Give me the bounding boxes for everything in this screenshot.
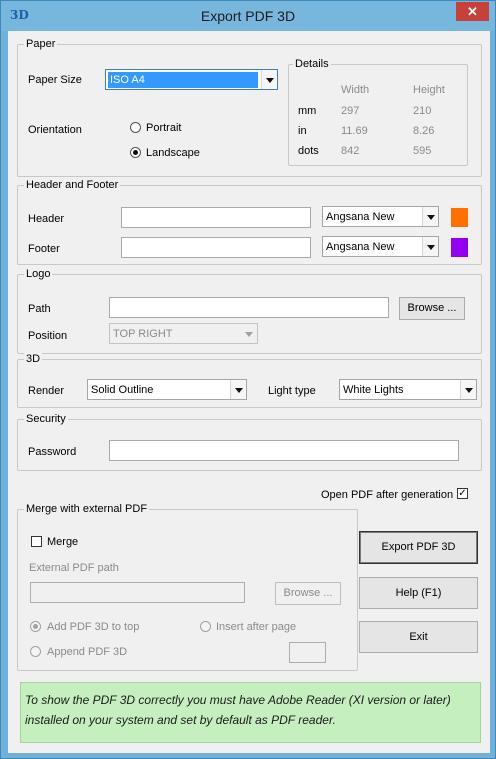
password-input[interactable] [109,440,459,461]
security-group-label: Security [24,413,68,426]
logo-position-value: TOP RIGHT [113,328,173,340]
details-height-mm: 210 [413,105,432,117]
details-unit-dots: dots [298,145,319,157]
merge-group-label: Merge with external PDF [24,503,150,516]
check-icon: ✓ [458,488,467,499]
insert-page-input[interactable] [289,642,326,663]
exit-button[interactable]: Exit [359,621,478,653]
external-path-input[interactable] [30,582,245,603]
header-footer-group: Header and Footer Header Angsana New Foo… [17,179,482,265]
header-input[interactable] [121,207,311,228]
add-to-top-radio[interactable] [30,621,41,632]
logo-group-label: Logo [24,268,53,281]
header-font-dropdown-arrow[interactable] [422,207,438,226]
render-dropdown-arrow[interactable] [230,380,246,399]
logo-path-label: Path [28,303,51,315]
details-group-label: Details [293,58,331,71]
merge-checkbox[interactable] [31,536,42,547]
light-type-value: White Lights [343,384,404,396]
insert-after-radio[interactable] [200,621,211,632]
portrait-radio[interactable] [130,122,141,133]
paper-group: Paper Paper Size ISO A4 Orientation Port… [17,38,482,177]
render-value: Solid Outline [91,384,154,396]
open-after-label[interactable]: Open PDF after generation [321,488,453,502]
open-after-checkbox[interactable]: ✓ [457,488,468,499]
info-banner-text: To show the PDF 3D correctly you must ha… [25,693,451,727]
password-label: Password [28,446,77,458]
details-height-header: Height [413,84,445,96]
header-color-swatch[interactable] [451,208,468,227]
security-group: Security Password [17,413,482,471]
merge-label[interactable]: Merge [47,535,78,549]
help-button[interactable]: Help (F1) [359,577,478,609]
footer-font-value: Angsana New [326,241,395,253]
paper-size-label: Paper Size [28,74,82,86]
details-width-in: 11.69 [341,125,368,137]
logo-browse-button[interactable]: Browse ... [399,297,465,320]
close-button[interactable]: ✕ [456,2,489,21]
orientation-label: Orientation [28,124,82,136]
details-group: Details Width Height mm 297 210 in 11.69… [288,58,468,166]
details-width-dots: 842 [341,145,360,157]
paper-size-value: ISO A4 [108,72,258,88]
chevron-down-icon [465,388,473,393]
light-type-label: Light type [268,385,316,397]
merge-group: Merge with external PDF Merge External P… [17,503,358,671]
external-browse-button[interactable]: Browse ... [275,582,341,605]
logo-group: Logo Path Browse ... Position TOP RIGHT [17,268,482,354]
details-unit-mm: mm [298,105,317,117]
render-select[interactable]: Solid Outline [87,379,247,400]
details-unit-in: in [298,125,307,137]
insert-after-label[interactable]: Insert after page [216,620,296,634]
add-to-top-label[interactable]: Add PDF 3D to top [47,620,139,634]
logo-position-dropdown-arrow[interactable] [241,324,257,343]
details-width-mm: 297 [341,105,360,117]
logo-path-input[interactable] [109,297,389,318]
light-type-select[interactable]: White Lights [339,379,477,400]
render-label: Render [28,385,65,397]
footer-input[interactable] [121,237,311,258]
landscape-radio[interactable] [130,147,141,158]
chevron-down-icon [245,332,253,337]
export-pdf-button[interactable]: Export PDF 3D [359,531,478,564]
export-pdf-3d-window: 3D Export PDF 3D ✕ Paper Paper Size ISO … [0,0,496,759]
header-footer-group-label: Header and Footer [24,179,121,192]
logo-position-label: Position [28,330,68,342]
details-height-in: 8.26 [413,125,435,137]
footer-font-select[interactable]: Angsana New [322,236,439,257]
paper-group-label: Paper [24,38,58,51]
window-title: Export PDF 3D [200,8,296,24]
paper-size-dropdown-arrow[interactable] [261,70,277,89]
append-radio[interactable] [30,646,41,657]
portrait-label[interactable]: Portrait [146,121,181,135]
three-d-group: 3D Render Solid Outline Light type White… [17,353,482,408]
chevron-down-icon [266,78,274,83]
footer-font-dropdown-arrow[interactable] [422,237,438,256]
info-banner: To show the PDF 3D correctly you must ha… [20,682,481,743]
light-type-dropdown-arrow[interactable] [460,380,476,399]
logo-position-select[interactable]: TOP RIGHT [109,323,258,344]
append-label[interactable]: Append PDF 3D [47,645,127,659]
details-height-dots: 595 [413,145,432,157]
footer-color-swatch[interactable] [451,238,468,257]
chevron-down-icon [235,388,243,393]
dialog-body: Paper Paper Size ISO A4 Orientation Port… [8,31,490,753]
header-font-select[interactable]: Angsana New [322,206,439,227]
chevron-down-icon [427,245,435,250]
external-path-label: External PDF path [29,562,119,574]
paper-size-select[interactable]: ISO A4 [105,69,278,90]
chevron-down-icon [427,215,435,220]
three-d-group-label: 3D [24,353,43,366]
title-bar[interactable]: 3D Export PDF 3D ✕ [1,1,495,31]
close-icon: ✕ [467,4,478,19]
header-label: Header [28,213,65,225]
header-font-value: Angsana New [326,211,395,223]
landscape-label[interactable]: Landscape [146,146,200,160]
details-width-header: Width [341,84,370,96]
footer-label: Footer [28,243,60,255]
